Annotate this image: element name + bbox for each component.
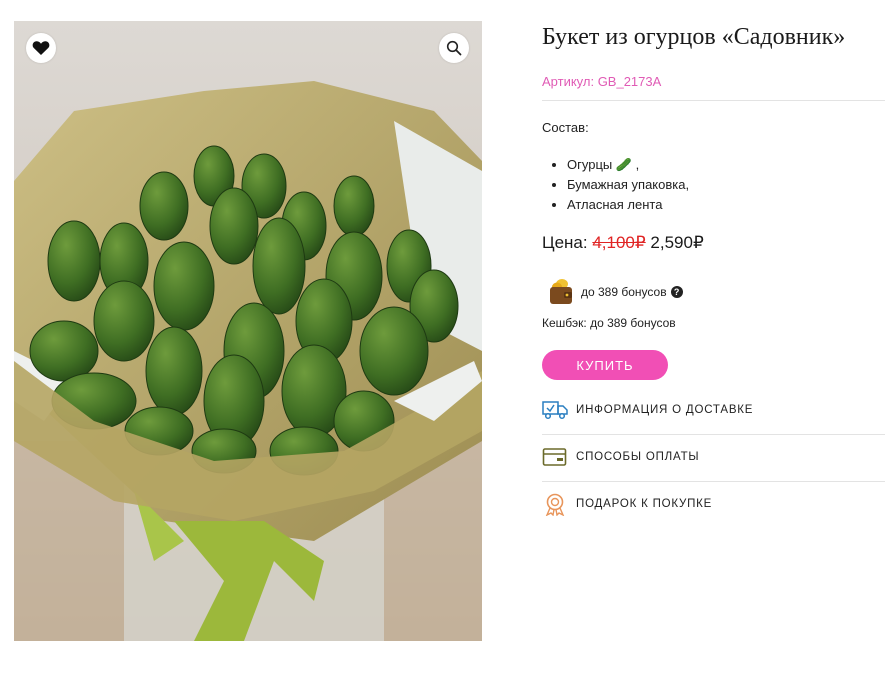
gift-badge-icon bbox=[542, 492, 568, 516]
gift-link[interactable]: ПОДАРОК К ПОКУПКЕ bbox=[542, 489, 885, 519]
payment-methods-label: СПОСОБЫ ОПЛАТЫ bbox=[576, 451, 700, 463]
composition-label: Состав: bbox=[542, 120, 589, 135]
truck-icon bbox=[542, 398, 568, 422]
product-sku: Артикул: GB_2173A bbox=[542, 74, 662, 89]
old-price: 4,100₽ bbox=[592, 233, 646, 252]
question-icon[interactable]: ? bbox=[670, 286, 683, 298]
current-price: 2,590₽ bbox=[650, 233, 704, 252]
composition-item: Бумажная упаковка, bbox=[567, 175, 689, 195]
wallet-icon bbox=[550, 279, 572, 304]
bonus-row: до 389 бонусов ? bbox=[548, 278, 683, 306]
zoom-button[interactable] bbox=[439, 33, 469, 63]
divider bbox=[542, 434, 885, 435]
price: Цена: 4,100₽ 2,590₽ bbox=[542, 233, 704, 253]
card-icon bbox=[542, 445, 568, 469]
heart-icon bbox=[32, 41, 50, 55]
composition-item: Огурцы 🥒 , bbox=[567, 155, 689, 175]
product-photo[interactable] bbox=[14, 21, 482, 641]
payment-methods-link[interactable]: СПОСОБЫ ОПЛАТЫ bbox=[542, 442, 885, 472]
buy-button[interactable]: КУПИТЬ bbox=[542, 350, 668, 380]
cashback-text: Кешбэк: до 389 бонусов bbox=[542, 316, 676, 330]
product-title: Букет из огурцов «Садовник» bbox=[542, 24, 846, 50]
delivery-info-label: ИНФОРМАЦИЯ О ДОСТАВКЕ bbox=[576, 404, 754, 416]
gift-label: ПОДАРОК К ПОКУПКЕ bbox=[576, 498, 713, 510]
composition-item: Атласная лента bbox=[567, 195, 689, 215]
composition-list: Огурцы 🥒 , Бумажная упаковка, Атласная л… bbox=[549, 155, 689, 215]
price-label: Цена: bbox=[542, 233, 593, 252]
divider bbox=[542, 100, 885, 101]
magnifier-icon bbox=[446, 40, 462, 56]
favorite-button[interactable] bbox=[26, 33, 56, 63]
bonus-text: до 389 бонусов bbox=[581, 285, 667, 299]
divider bbox=[542, 481, 885, 482]
delivery-info-link[interactable]: ИНФОРМАЦИЯ О ДОСТАВКЕ bbox=[542, 395, 885, 425]
cucumber-bouquet-image bbox=[14, 21, 482, 641]
